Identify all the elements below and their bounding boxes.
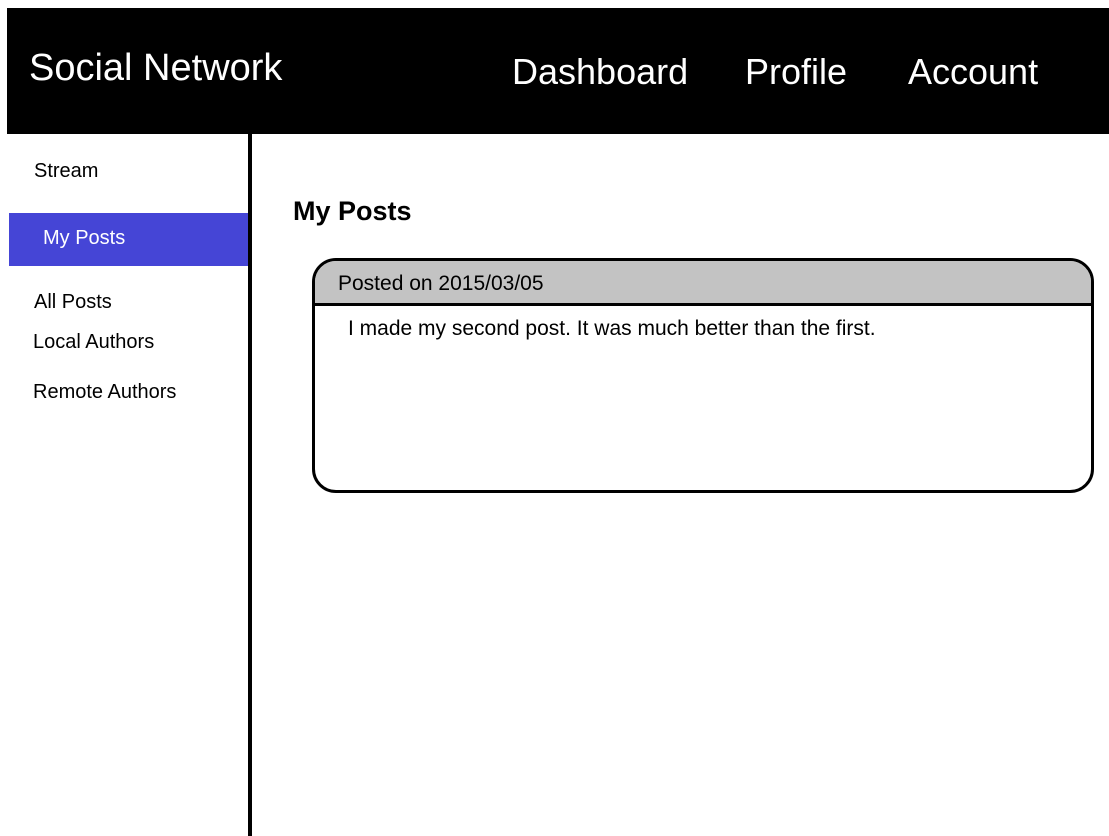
- sidebar-item-stream[interactable]: Stream: [34, 158, 98, 184]
- nav-dashboard-link[interactable]: Dashboard: [512, 50, 688, 94]
- sidebar-divider: [248, 134, 252, 836]
- nav-account-link[interactable]: Account: [908, 50, 1038, 94]
- sidebar-item-remote-authors[interactable]: Remote Authors: [33, 379, 176, 405]
- sidebar-item-my-posts[interactable]: My Posts: [9, 213, 248, 266]
- sidebar-item-local-authors[interactable]: Local Authors: [33, 329, 154, 355]
- post-card: Posted on 2015/03/05 I made my second po…: [312, 258, 1094, 493]
- sidebar-item-all-posts[interactable]: All Posts: [34, 289, 112, 315]
- nav-profile-link[interactable]: Profile: [745, 50, 847, 94]
- app-title: Social Network: [29, 47, 283, 89]
- post-content: I made my second post. It was much bette…: [348, 317, 876, 340]
- social-network-page: Social Network Dashboard Profile Account…: [0, 0, 1109, 836]
- post-date: Posted on 2015/03/05: [338, 272, 544, 295]
- page-title: My Posts: [293, 196, 412, 226]
- top-navigation-bar: Social Network Dashboard Profile Account: [7, 8, 1109, 134]
- sidebar-item-label: My Posts: [43, 227, 126, 249]
- post-header: Posted on 2015/03/05: [315, 261, 1091, 306]
